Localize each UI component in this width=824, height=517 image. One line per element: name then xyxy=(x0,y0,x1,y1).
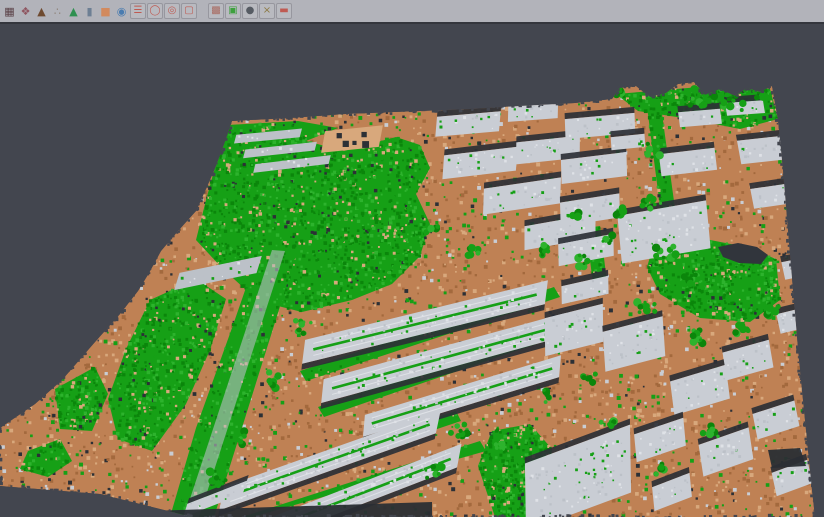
remove-strip-icon[interactable]: ▬ xyxy=(276,3,292,19)
red-target-icon[interactable]: ◎ xyxy=(164,3,180,19)
globe-icon[interactable]: ◉ xyxy=(114,4,129,19)
toolbar-group: ▦❖▲∴▲▮■◉☰◯◎▢ xyxy=(2,3,197,19)
dem-mountain-icon[interactable]: ▲ xyxy=(34,4,49,19)
open-project-icon[interactable]: ▦ xyxy=(2,4,17,19)
red-list-icon[interactable]: ☰ xyxy=(130,3,146,19)
mesh-sphere-icon[interactable]: ● xyxy=(242,3,258,19)
orthophoto-icon[interactable]: ■ xyxy=(98,4,113,19)
texture-grid-icon[interactable]: ▩ xyxy=(208,3,224,19)
point-cloud-scene[interactable] xyxy=(0,0,824,517)
selection-area-icon[interactable]: ▢ xyxy=(181,3,197,19)
align-points-icon[interactable]: ❖ xyxy=(18,4,33,19)
terrain-model-icon[interactable]: ▲ xyxy=(66,4,81,19)
3d-viewport[interactable] xyxy=(0,24,824,517)
toolbar: ▦❖▲∴▲▮■◉☰◯◎▢▩▣●×▬ xyxy=(0,0,824,24)
discard-icon[interactable]: × xyxy=(259,3,275,19)
classification-colors-icon[interactable]: ▣ xyxy=(225,3,241,19)
profile-column-icon[interactable]: ▮ xyxy=(82,4,97,19)
toolbar-group: ▩▣●×▬ xyxy=(208,3,292,19)
red-circle-icon[interactable]: ◯ xyxy=(147,3,163,19)
app-window: ▦❖▲∴▲▮■◉☰◯◎▢▩▣●×▬ xyxy=(0,0,824,517)
sparse-points-icon[interactable]: ∴ xyxy=(50,4,65,19)
